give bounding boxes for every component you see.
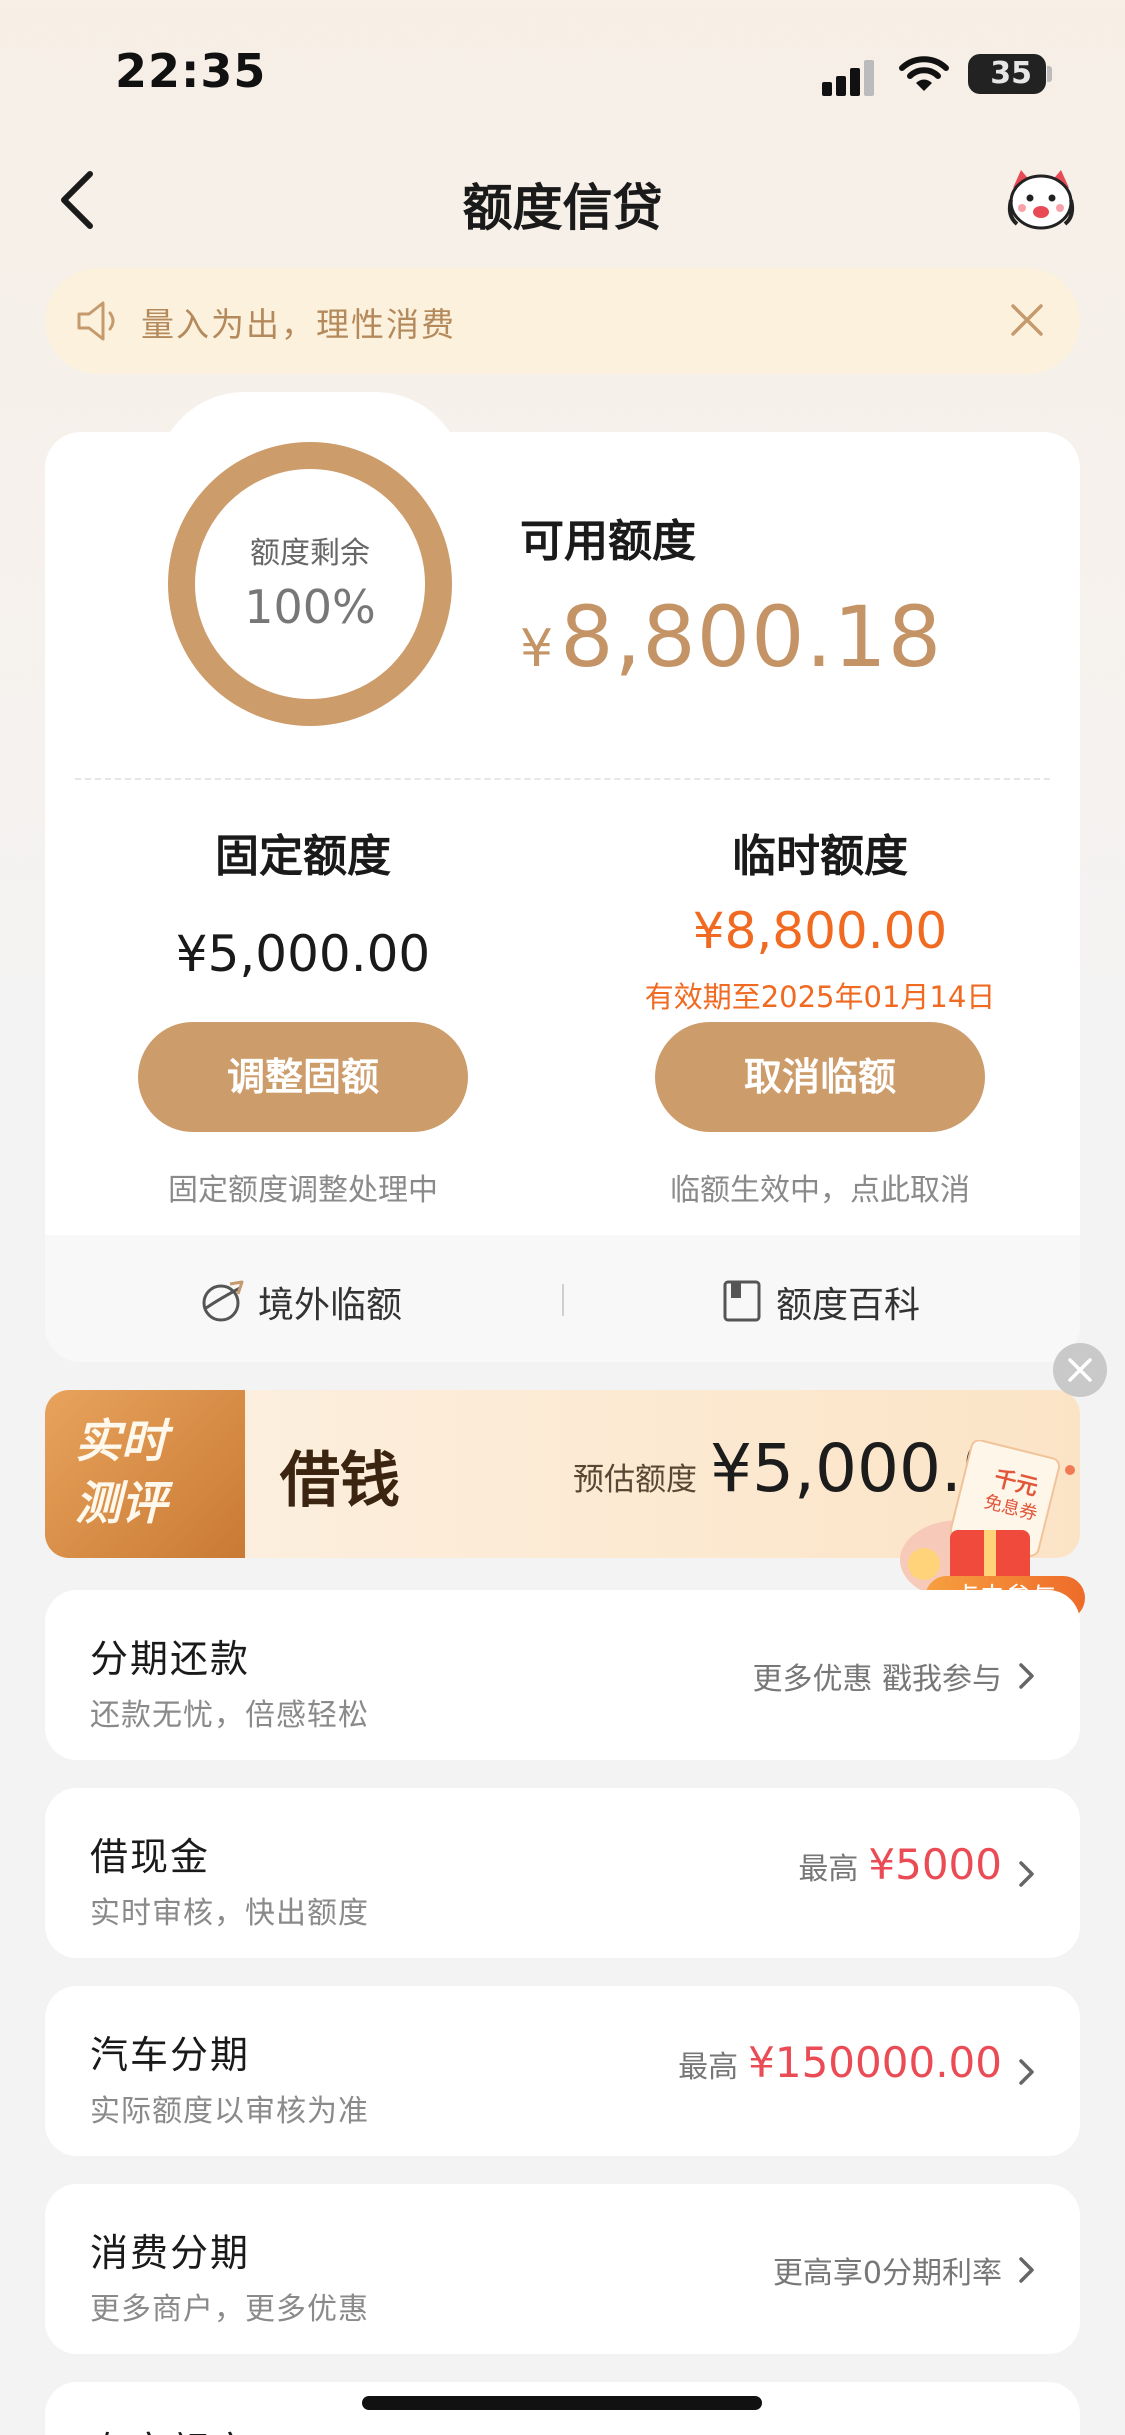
cellular-signal-icon (822, 58, 878, 96)
max-label: 最高 (798, 1852, 859, 1887)
list-item-title: 专享额度 (90, 2420, 250, 2435)
list-item-title: 借现金 (90, 1835, 211, 1879)
fixed-amount: ¥5,000.00 (175, 925, 431, 983)
list-item-car-installment[interactable]: 汽车分期 实际额度以审核为准 最高 ¥150000.00 (45, 1986, 1080, 2156)
book-icon (723, 1280, 761, 1322)
cancel-temp-button[interactable]: 取消临额 (655, 1022, 985, 1132)
fixed-hint: 固定额度调整处理中 (168, 1173, 438, 1208)
tag-text: 实时 测评 (75, 1410, 167, 1534)
battery-level: 35 (990, 56, 1032, 91)
credit-wiki-link[interactable]: 额度百科 (776, 1276, 920, 1328)
list-item-subtitle: 实际额度以审核为准 (90, 2094, 369, 2129)
overseas-temp-link[interactable]: 境外临额 (258, 1276, 402, 1328)
max-amount: ¥5000 (868, 1840, 1002, 1889)
battery-icon: 35 (968, 54, 1046, 94)
chevron-right-icon (1019, 2059, 1034, 2085)
globe-plane-icon (202, 1280, 244, 1322)
close-icon[interactable] (1005, 298, 1049, 342)
list-item-title: 汽车分期 (90, 2033, 251, 2077)
page-title: 额度信贷 (462, 179, 663, 237)
fixed-title: 固定额度 (215, 831, 391, 882)
available-label: 可用额度 (520, 516, 696, 567)
available-value: 8,800.18 (560, 588, 943, 686)
tag-line2: 测评 (75, 1476, 167, 1530)
home-indicator[interactable] (362, 2396, 762, 2410)
list-item-right-text: 更高享0分期利率 (772, 2256, 1002, 2291)
list-item-subtitle: 实时审核，快出额度 (90, 1896, 369, 1931)
list-item-right-text: 最高 ¥150000.00 (678, 2038, 1002, 2087)
temp-expire-date: 有效期至2025年01月14日 (644, 980, 996, 1014)
temp-hint[interactable]: 临额生效中，点此取消 (605, 1165, 1035, 1209)
estimate-label: 预估额度 (573, 1462, 697, 1498)
list-item-installment-repay[interactable]: 分期还款 还款无忧，倍感轻松 更多优惠 戳我参与 (45, 1590, 1080, 1760)
close-icon (1068, 1358, 1092, 1382)
available-amount: ¥8,800.18 (520, 588, 942, 686)
chevron-right-icon (1019, 1861, 1034, 1887)
list-item-title: 分期还款 (90, 1637, 251, 1681)
temp-amount: ¥8,800.00 (692, 902, 948, 960)
speaker-icon (77, 301, 115, 341)
list-item-right-text: 最高 ¥5000 (798, 1840, 1002, 1889)
banner-close-button[interactable] (1053, 1343, 1107, 1397)
realtime-tag: 实时 测评 (45, 1390, 245, 1558)
adjust-fixed-button[interactable]: 调整固额 (138, 1022, 468, 1132)
list-item-consumer-installment[interactable]: 消费分期 更多商户，更多优惠 更高享0分期利率 (45, 2184, 1080, 2354)
notice-bar: 量入为出，理性消费 (45, 268, 1080, 374)
list-item-cash-loan[interactable]: 借现金 实时审核，快出额度 最高 ¥5000 (45, 1788, 1080, 1958)
status-time: 22:35 (115, 44, 267, 98)
list-item-subtitle: 还款无忧，倍感轻松 (90, 1698, 369, 1733)
list-item-right-text: 更多优惠 戳我参与 (752, 1662, 1002, 1697)
temp-title: 临时额度 (732, 831, 908, 882)
list-item-title: 消费分期 (90, 2231, 251, 2275)
divider (75, 778, 1050, 780)
max-label: 最高 (678, 2050, 739, 2085)
wifi-icon (899, 56, 949, 91)
chevron-right-icon (1019, 1663, 1034, 1689)
notice-text: 量入为出，理性消费 (141, 305, 456, 344)
list-item-subtitle: 更多商户，更多优惠 (90, 2292, 369, 2327)
banner-title: 借钱 (280, 1446, 400, 1516)
footer-divider (562, 1284, 564, 1316)
chevron-right-icon (1019, 2257, 1034, 2283)
mascot-service-icon[interactable] (1003, 166, 1079, 232)
ring-label: 额度剩余 (250, 536, 370, 571)
available-currency: ¥ (520, 619, 555, 679)
max-amount: ¥150000.00 (748, 2038, 1002, 2087)
battery-nub (1047, 66, 1052, 82)
tag-line1: 实时 (75, 1414, 167, 1468)
ring-value: 100% (244, 580, 376, 634)
